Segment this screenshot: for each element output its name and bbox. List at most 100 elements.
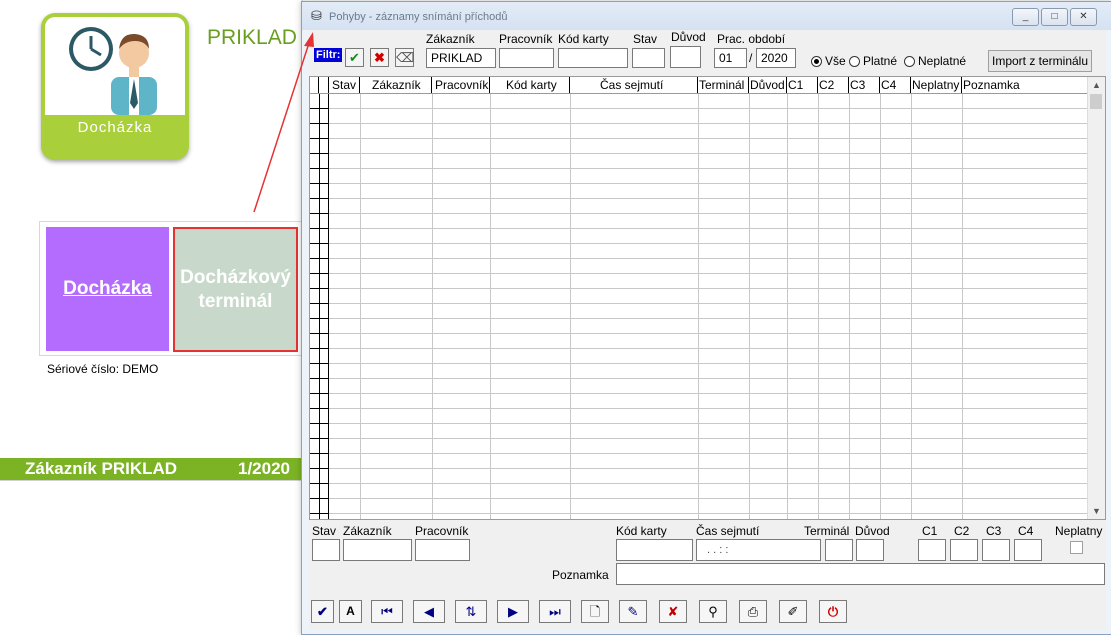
grid-line (698, 94, 699, 519)
col-kod-karty[interactable]: Kód karty (490, 77, 570, 93)
col-c2[interactable]: C2 (818, 77, 849, 93)
radio-neplatne[interactable]: Neplatné (904, 54, 966, 68)
new-document-icon: 🗋 (589, 604, 601, 619)
grid-vertical-scrollbar[interactable]: ▲ ▼ (1087, 77, 1105, 519)
detail-pracovnik-input[interactable] (415, 539, 470, 561)
col-duvod[interactable]: Důvod (749, 77, 787, 93)
radio-neplatne-dot (904, 55, 915, 67)
dochazka-app-tile[interactable]: Docházka (41, 13, 189, 160)
first-record-button[interactable]: ⏮ (371, 600, 403, 623)
col-c3[interactable]: C3 (849, 77, 880, 93)
detail-c4-label: C4 (1018, 524, 1034, 538)
footer-customer: Zákazník PRIKLAD (25, 459, 178, 478)
records-grid[interactable]: Stav Zákazník Pracovník Kód karty Čas se… (309, 76, 1106, 520)
window-controls: _ □ ✕ (1012, 8, 1097, 26)
scroll-thumb[interactable] (1090, 94, 1102, 109)
detail-c3-label: C3 (986, 524, 1002, 538)
col-stav[interactable]: Stav (329, 77, 360, 93)
grid-line (880, 94, 881, 519)
detail-poznamka-label: Poznamka (552, 568, 609, 582)
col-poznamka[interactable]: Poznamka (962, 77, 1090, 93)
detail-c2-input[interactable] (950, 539, 978, 561)
zakaznik-filter-input[interactable]: PRIKLAD (426, 48, 496, 68)
print-button[interactable]: ⎙ (739, 600, 767, 623)
module-tiles: Docházka Docházkový terminál (39, 221, 311, 356)
power-button[interactable]: ⏻ (819, 600, 847, 623)
edit-record-button[interactable]: ✎ (619, 600, 647, 623)
grid-body[interactable] (310, 94, 1088, 519)
detail-poznamka-input[interactable] (616, 563, 1105, 585)
next-record-button[interactable]: ▶ (497, 600, 529, 623)
radio-neplatne-label: Neplatné (918, 54, 967, 68)
close-button[interactable]: ✕ (1070, 8, 1097, 26)
col-pracovnik[interactable]: Pracovník (432, 77, 490, 93)
col-zakaznik[interactable]: Zákazník (360, 77, 432, 93)
col-neplatny[interactable]: Neplatny (911, 77, 962, 93)
apply-filter-button[interactable]: ✔ (345, 48, 364, 67)
grid-row-headers[interactable] (310, 94, 329, 519)
new-record-button[interactable]: 🗋 (581, 600, 609, 623)
detail-c3-input[interactable] (982, 539, 1010, 561)
obdobi-year-input[interactable]: 2020 (756, 48, 796, 68)
col-c4[interactable]: C4 (880, 77, 911, 93)
detail-c1-input[interactable] (918, 539, 946, 561)
radio-platne[interactable]: Platné (849, 54, 897, 68)
col-terminal[interactable]: Terminál (698, 77, 749, 93)
grid-corner-1 (310, 77, 319, 93)
radio-vse[interactable]: Vše (811, 54, 846, 68)
grid-line (787, 94, 788, 519)
detail-duvod-input[interactable] (856, 539, 884, 561)
filter-label: Filtr: (314, 48, 343, 62)
radio-vse-label: Vše (825, 54, 846, 68)
detail-terminal-input[interactable] (825, 539, 853, 561)
maximize-button[interactable]: □ (1041, 8, 1068, 26)
app-tile-label: Docházka (77, 119, 153, 136)
detail-cas-input[interactable]: . . : : (696, 539, 821, 561)
app-tile-artwork (45, 17, 185, 115)
erase-filter-button[interactable]: ⌫ (395, 48, 414, 67)
scroll-down-icon[interactable]: ▼ (1088, 503, 1105, 519)
clear-filter-button[interactable]: ✖ (370, 48, 389, 67)
duvod-filter-label: Důvod (671, 30, 706, 44)
detail-c4-input[interactable] (1014, 539, 1042, 561)
tools-button[interactable]: ✐ (779, 600, 807, 623)
import-from-terminal-button[interactable]: Import z terminálu (988, 50, 1092, 72)
pencil-icon: ✐ (787, 604, 799, 619)
grid-line (570, 94, 571, 519)
window-titlebar[interactable]: ⛁ Pohyby - záznamy snímání příchodů _ □ … (302, 2, 1111, 30)
grid-header: Stav Zákazník Pracovník Kód karty Čas se… (310, 77, 1088, 94)
detail-kod-karty-input[interactable] (616, 539, 693, 561)
tile-dochazka[interactable]: Docházka (46, 227, 169, 351)
previous-record-button[interactable]: ◀ (413, 600, 445, 623)
scroll-up-icon[interactable]: ▲ (1088, 77, 1105, 93)
delete-record-button[interactable]: ✘ (659, 600, 687, 623)
detail-stav-input[interactable] (312, 539, 340, 561)
detail-neplatny-checkbox[interactable] (1070, 541, 1083, 554)
last-record-icon: ⏭ (549, 604, 561, 619)
detail-terminal-label: Terminál (804, 524, 850, 538)
detail-duvod-label: Důvod (855, 524, 890, 538)
last-record-button[interactable]: ⏭ (539, 600, 571, 623)
grid-line (749, 94, 750, 519)
sort-button[interactable]: ⇅ (455, 600, 487, 623)
minimize-button[interactable]: _ (1012, 8, 1039, 26)
col-c1[interactable]: C1 (787, 77, 818, 93)
search-button[interactable]: ⚲ (699, 600, 727, 623)
obdobi-month-input[interactable]: 01 (714, 48, 747, 68)
kod-karty-filter-label: Kód karty (558, 32, 609, 46)
obdobi-separator: / (749, 51, 753, 65)
grid-line (962, 94, 963, 519)
clock-person-icon (69, 27, 157, 115)
col-cas-sejmuti[interactable]: Čas sejmutí (570, 77, 698, 93)
detail-zakaznik-input[interactable] (343, 539, 412, 561)
grid-line (818, 94, 819, 519)
confirm-button[interactable]: ✔ (311, 600, 334, 623)
stav-filter-input[interactable] (632, 48, 665, 68)
pracovnik-filter-input[interactable] (499, 48, 554, 68)
tile-dochazkovy-terminal[interactable]: Docházkový terminál (173, 227, 298, 352)
duvod-filter-input[interactable] (670, 46, 701, 68)
previous-icon: ◀ (424, 604, 434, 619)
font-button[interactable]: A (339, 600, 362, 623)
kod-karty-filter-input[interactable] (558, 48, 628, 68)
grid-line (911, 94, 912, 519)
